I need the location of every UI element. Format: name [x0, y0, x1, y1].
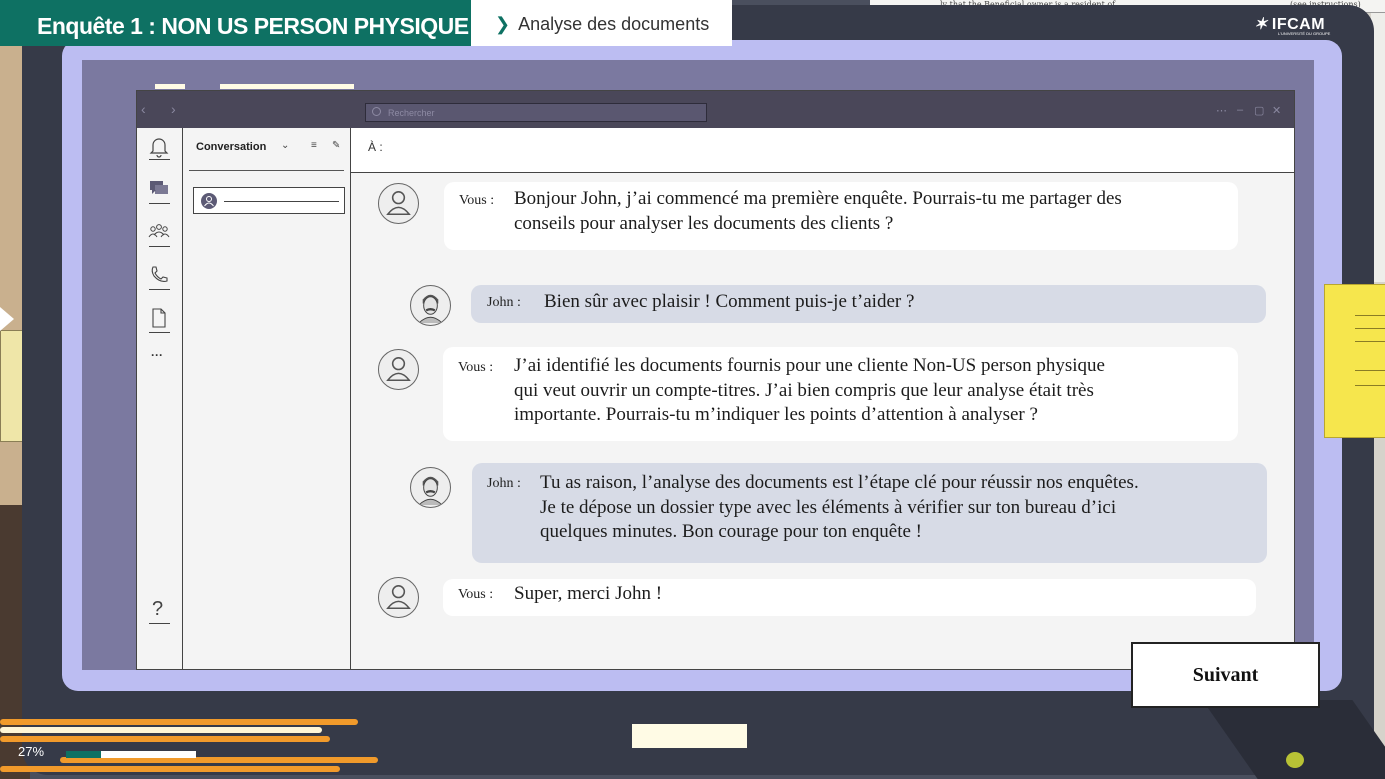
more-apps-icon[interactable]: ··· [151, 348, 163, 362]
pencil [0, 736, 330, 742]
john-portrait-icon [418, 294, 443, 324]
page-title: Enquête 1 : NON US PERSON PHYSIQUE [0, 0, 471, 46]
user-avatar [378, 183, 419, 224]
message-text: J’ai identifié les documents fournis pou… [514, 355, 1105, 426]
message-text: Bonjour John, j’ai commencé ma première … [514, 188, 1122, 234]
message-text: Bien sûr avec plaisir ! Comment puis-je … [544, 291, 915, 312]
message-speaker: John : [487, 295, 521, 310]
user-icon [386, 191, 411, 216]
conversation-panel: Conversation ⌄ ≡ ✎ [183, 128, 351, 669]
search-input[interactable]: Rechercher [365, 103, 707, 122]
user-icon [386, 357, 411, 382]
message-speaker: Vous : [458, 360, 494, 375]
maximize-icon[interactable]: ▢ [1254, 104, 1264, 117]
phone-icon[interactable] [148, 264, 170, 286]
team-icon[interactable] [148, 221, 170, 243]
to-label: À : [368, 140, 383, 154]
more-options-icon[interactable]: ⋯ [1216, 104, 1227, 117]
chat-icon[interactable] [148, 178, 170, 200]
panel-title: Conversation [196, 141, 267, 153]
help-icon[interactable]: ? [152, 598, 163, 621]
progress-bar [66, 751, 196, 758]
user-avatar [378, 577, 419, 618]
message-speaker: Vous : [458, 587, 494, 602]
user-avatar [378, 349, 419, 390]
bell-icon[interactable] [148, 136, 170, 158]
sticky-note [1324, 284, 1385, 438]
user-icon [204, 196, 214, 207]
message-speaker: Vous : [459, 193, 495, 208]
paper-sliver [220, 84, 354, 89]
paper-sliver [155, 84, 185, 89]
user-icon [386, 585, 411, 610]
pencil [0, 766, 340, 772]
minimize-icon[interactable]: – [1237, 104, 1243, 116]
john-avatar [410, 285, 451, 326]
pencil [0, 719, 358, 725]
progress-label: 27% [18, 744, 45, 759]
new-chat-icon[interactable]: ✎ [332, 140, 340, 151]
breadcrumb: ❯ Analyse des documents [471, 0, 732, 46]
recipient-bar[interactable]: À : [351, 128, 1294, 173]
app-rail: ··· ? [137, 128, 183, 669]
back-arrow-icon[interactable]: ‹ [141, 101, 146, 117]
app-titlebar: ‹ › Rechercher ⋯ – ▢ ✕ [137, 91, 1294, 128]
monitor-stand-label [632, 724, 747, 748]
filter-icon[interactable]: ≡ [311, 140, 317, 151]
chevron-right-icon: ❯ [495, 14, 511, 34]
avatar [201, 193, 217, 209]
progress-fill [66, 751, 102, 758]
chevron-down-icon[interactable]: ⌄ [281, 140, 289, 151]
john-portrait-icon [418, 476, 443, 506]
close-icon[interactable]: ✕ [1272, 104, 1281, 117]
message-speaker: John : [487, 476, 521, 491]
breadcrumb-label: Analyse des documents [518, 14, 710, 34]
john-avatar [410, 467, 451, 508]
pencil [0, 727, 322, 733]
power-led-icon [1286, 752, 1304, 768]
left-arrow-icon [0, 307, 14, 331]
file-icon[interactable] [148, 307, 170, 329]
next-button[interactable]: Suivant [1131, 642, 1320, 708]
ifcam-logo: ✶ IFCAM L'UNIVERSITÉ DU GROUPE [1254, 14, 1330, 36]
logo-tagline: L'UNIVERSITÉ DU GROUPE [1278, 31, 1331, 36]
logo-mark-icon: ✶ [1254, 16, 1268, 33]
forward-arrow-icon[interactable]: › [171, 101, 176, 117]
search-placeholder: Rechercher [388, 108, 435, 118]
message-text: Super, merci John ! [514, 583, 663, 604]
message-text: Tu as raison, l’analyse des documents es… [540, 472, 1139, 543]
search-icon [372, 107, 381, 116]
conversation-item[interactable] [193, 187, 345, 214]
